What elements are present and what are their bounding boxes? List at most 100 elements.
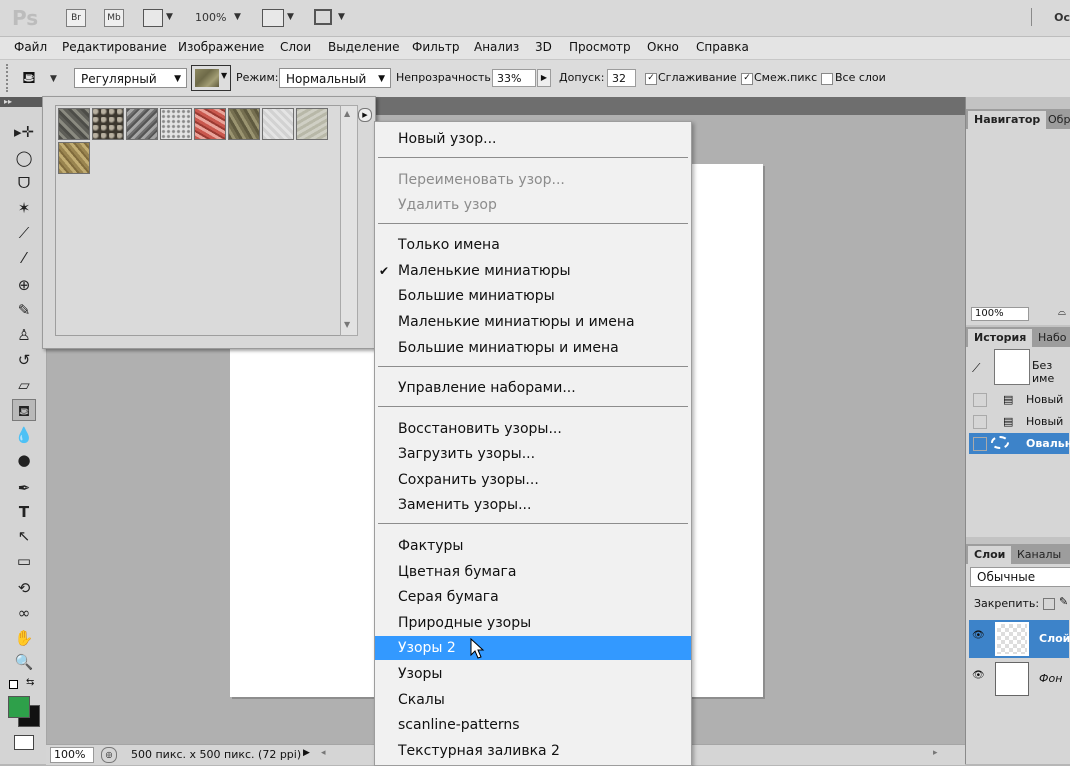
options-grip[interactable]	[6, 64, 11, 92]
menu-window[interactable]: Окно	[647, 40, 679, 54]
rectangle-tool-icon[interactable]: ▭	[12, 550, 36, 572]
menu-item-reset-patterns[interactable]: Восстановить узоры...	[375, 417, 691, 441]
scroll-left-icon[interactable]: ◂	[321, 748, 326, 758]
menu-item-pattern-set[interactable]: Цветная бумага	[375, 560, 691, 584]
chevron-down-icon[interactable]: ▼	[338, 12, 345, 22]
zoom-out-icon[interactable]: ⌓	[1058, 307, 1066, 318]
menu-item-rename-pattern[interactable]: Переименовать узор...	[375, 168, 691, 192]
menu-item-pattern-set[interactable]: Природные узоры	[375, 611, 691, 635]
history-snapshot-name[interactable]: Без име	[1032, 359, 1070, 385]
tab-actions[interactable]: Набо	[1032, 329, 1070, 347]
visibility-eye-icon[interactable]: 👁	[972, 670, 985, 681]
paint-bucket-tool-icon[interactable]: ⛾	[12, 399, 36, 421]
path-selection-icon[interactable]: ↖	[12, 525, 36, 547]
eyedropper-icon[interactable]: ⁄	[12, 247, 36, 269]
quick-mask-icon[interactable]	[14, 735, 34, 750]
menu-item-preset-manager[interactable]: Управление наборами...	[375, 376, 691, 400]
menu-item-load-patterns[interactable]: Загрузить узоры...	[375, 442, 691, 466]
clone-stamp-icon[interactable]: ♙	[12, 324, 36, 346]
history-item-selected[interactable]: Овальн	[969, 433, 1070, 454]
pattern-swatch[interactable]	[262, 108, 294, 140]
blend-mode-select[interactable]: Нормальный ▼	[279, 68, 391, 88]
hand-tool-icon[interactable]: ✋	[12, 627, 36, 649]
zoom-tool-icon[interactable]: 🔍	[12, 651, 36, 673]
menu-item-pattern-set[interactable]: Узоры	[375, 662, 691, 686]
3d-orbit-icon[interactable]: ∞	[12, 602, 36, 624]
menu-item-small-list[interactable]: Маленькие миниатюры и имена	[375, 310, 691, 334]
opacity-field[interactable]: 33%	[492, 69, 536, 87]
workspace-switcher[interactable]: Ос	[1054, 11, 1070, 24]
layer-row[interactable]: 👁 Фон	[969, 660, 1069, 698]
menu-analysis[interactable]: Анализ	[474, 40, 519, 54]
contiguous-checkbox[interactable]: ✓	[741, 73, 753, 85]
bridge-button[interactable]: Br	[66, 9, 86, 27]
menu-item-pattern-set[interactable]: Серая бумага	[375, 585, 691, 609]
tool-preset-chevron-icon[interactable]: ▼	[50, 74, 57, 84]
menu-item-pattern-set[interactable]: Текстурная заливка 2	[375, 739, 691, 763]
crop-tool-icon[interactable]: ⟋	[12, 222, 36, 244]
menu-view[interactable]: Просмотр	[569, 40, 631, 54]
scroll-right-icon[interactable]: ▸	[933, 748, 938, 758]
tab-history[interactable]: История	[968, 329, 1033, 347]
mini-bridge-button[interactable]: Mb	[104, 9, 124, 27]
view-extras-icon[interactable]	[143, 9, 163, 27]
menu-item-large-list[interactable]: Большие миниатюры и имена	[375, 336, 691, 360]
navigator-zoom-field[interactable]: 100%	[971, 307, 1029, 321]
menu-filter[interactable]: Фильтр	[412, 40, 459, 54]
default-colors-icon[interactable]	[9, 680, 18, 689]
antialias-checkbox[interactable]: ✓	[645, 73, 657, 85]
pattern-swatch[interactable]	[58, 142, 90, 174]
pattern-swatch[interactable]	[58, 108, 90, 140]
tab-channels[interactable]: Каналы	[1011, 546, 1067, 564]
pattern-swatch[interactable]	[296, 108, 328, 140]
lock-transparency-icon[interactable]	[1043, 598, 1055, 610]
pattern-swatch[interactable]	[126, 108, 158, 140]
menu-help[interactable]: Справка	[696, 40, 749, 54]
pattern-grid-scrollbar[interactable]: ▲ ▼	[340, 105, 358, 336]
pattern-swatch[interactable]	[228, 108, 260, 140]
brush-tool-icon[interactable]: ✎	[12, 299, 36, 321]
healing-brush-icon[interactable]: ⊕	[12, 274, 36, 296]
chevron-down-icon[interactable]: ▼	[234, 12, 241, 22]
eraser-tool-icon[interactable]: ▱	[12, 374, 36, 396]
blur-tool-icon[interactable]: 💧	[12, 424, 36, 446]
menu-item-pattern-set[interactable]: Фактуры	[375, 534, 691, 558]
scroll-down-icon[interactable]: ▼	[344, 320, 350, 329]
magic-wand-icon[interactable]: ✶	[12, 197, 36, 219]
menu-item-new-pattern[interactable]: Новый узор...	[375, 127, 691, 151]
pattern-swatch[interactable]	[160, 108, 192, 140]
chevron-down-icon[interactable]: ▼	[166, 12, 173, 22]
menu-file[interactable]: Файл	[14, 40, 47, 54]
dodge-tool-icon[interactable]: ●	[12, 449, 36, 471]
pattern-swatch[interactable]	[92, 108, 124, 140]
swap-colors-icon[interactable]: ⇆	[26, 677, 34, 688]
pattern-picker-button[interactable]: ▼	[191, 65, 231, 91]
zoom-level[interactable]: 100%	[195, 11, 226, 24]
menu-item-pattern-set[interactable]: scanline-patterns	[375, 713, 691, 737]
all-layers-checkbox[interactable]	[821, 73, 833, 85]
move-tool-icon[interactable]: ▸✛	[12, 121, 36, 143]
pen-tool-icon[interactable]: ✒	[12, 477, 36, 499]
menu-item-delete-pattern[interactable]: Удалить узор	[375, 193, 691, 217]
tab-navigator[interactable]: Навигатор	[968, 111, 1047, 129]
history-brush-source-icon[interactable]: ⟋	[972, 361, 980, 376]
status-menu-arrow-icon[interactable]: ▶	[303, 748, 310, 758]
3d-rotate-icon[interactable]: ⟲	[12, 577, 36, 599]
marquee-tool-icon[interactable]: ◯	[12, 147, 36, 169]
menu-select[interactable]: Выделение	[328, 40, 399, 54]
foreground-color-swatch[interactable]	[8, 696, 30, 718]
menu-item-replace-patterns[interactable]: Заменить узоры...	[375, 493, 691, 517]
paint-bucket-icon[interactable]: ⛾	[22, 68, 36, 90]
history-item[interactable]: ▤ Новый с	[969, 411, 1069, 449]
menu-edit[interactable]: Редактирование	[62, 40, 167, 54]
history-brush-icon[interactable]: ↺	[12, 349, 36, 371]
tab-layers[interactable]: Слои	[968, 546, 1012, 564]
screen-mode-icon[interactable]	[314, 9, 332, 25]
visibility-eye-icon[interactable]: 👁	[972, 630, 985, 641]
history-item[interactable]: ▤ Новый	[969, 389, 1069, 410]
type-tool-icon[interactable]: T	[12, 501, 36, 523]
menu-layers[interactable]: Слои	[280, 40, 311, 54]
lasso-tool-icon[interactable]: ᗜ	[12, 172, 36, 194]
layer-blend-mode-select[interactable]: Обычные	[970, 567, 1070, 587]
pattern-swatch[interactable]	[194, 108, 226, 140]
